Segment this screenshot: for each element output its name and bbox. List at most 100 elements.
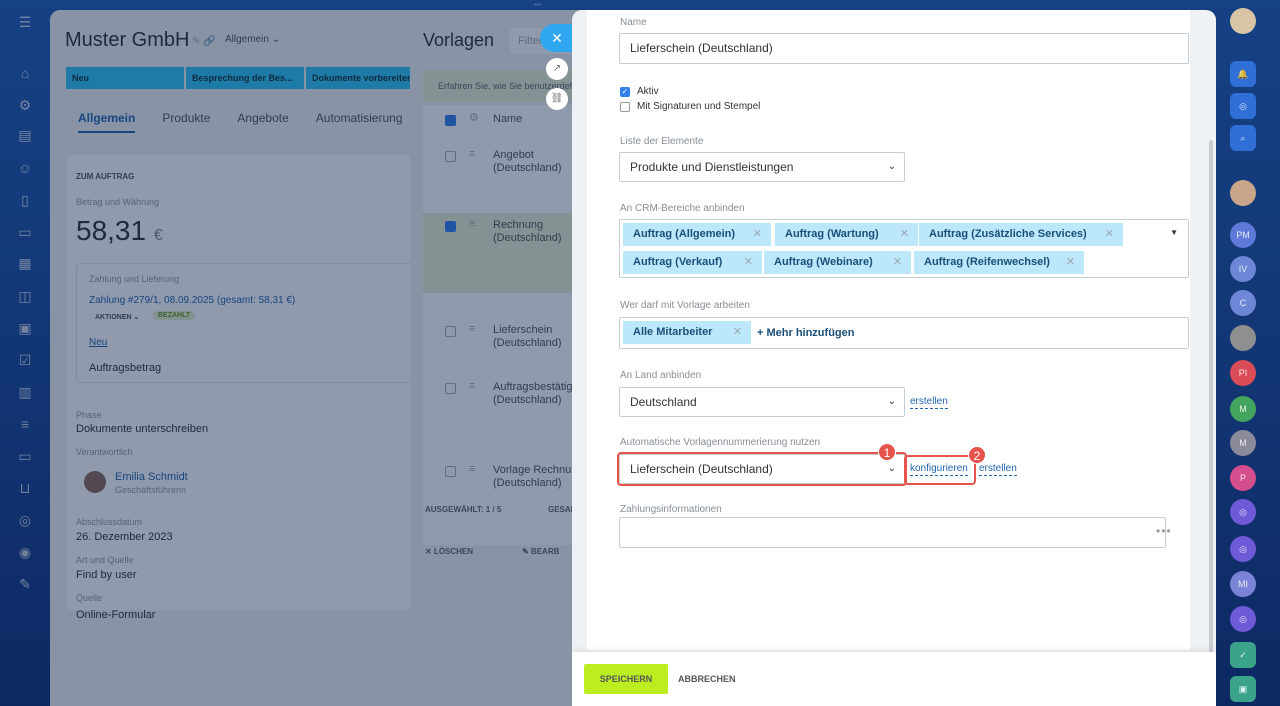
row-checkbox[interactable]	[445, 466, 456, 477]
signature-checkbox[interactable]	[620, 102, 630, 112]
avatar[interactable]: IV	[1230, 256, 1256, 282]
stage-item[interactable]: Neu	[66, 67, 184, 89]
location-icon[interactable]: ◉	[15, 542, 35, 562]
access-tag[interactable]: Alle Mitarbeiter ✕	[623, 321, 751, 344]
select-all-checkbox[interactable]	[445, 115, 456, 126]
drag-handle-icon[interactable]: ≡	[469, 323, 475, 335]
remove-tag-icon[interactable]: ✕	[744, 251, 753, 274]
user-avatar[interactable]	[1230, 8, 1256, 34]
stage-item[interactable]: Dokumente vorbereiten	[306, 67, 424, 89]
remove-tag-icon[interactable]: ✕	[900, 223, 909, 246]
avatar[interactable]: P	[1230, 465, 1256, 491]
cancel-button[interactable]: ABBRECHEN	[678, 664, 736, 694]
check-icon[interactable]: ✓	[1230, 642, 1256, 668]
gear-icon[interactable]: ⚙	[15, 95, 35, 115]
filter-icon[interactable]: ≡	[15, 414, 35, 434]
remove-tag-icon[interactable]: ✕	[733, 321, 742, 344]
settings-icon[interactable]: ◎	[15, 510, 35, 530]
column-name[interactable]: Name	[493, 113, 522, 125]
contacts-icon[interactable]: ☺	[15, 158, 35, 178]
new-payment-link[interactable]: Neu	[89, 337, 107, 348]
avatar[interactable]: PM	[1230, 222, 1256, 248]
inbox-icon[interactable]: ▭	[15, 222, 35, 242]
crm-tag[interactable]: Auftrag (Verkauf) ✕	[623, 251, 762, 274]
country-select[interactable]: Deutschland ⌄	[619, 387, 905, 417]
avatar[interactable]: M	[1230, 430, 1256, 456]
bell-icon[interactable]: 🔔	[1230, 61, 1256, 87]
payment-link[interactable]: Zahlung #279/1, 08.09.2025 (gesamt: 58,3…	[89, 295, 295, 306]
tab-general[interactable]: Allgemein	[78, 111, 136, 133]
settings-icon[interactable]: ⚙	[469, 111, 479, 124]
avatar[interactable]: M	[1230, 396, 1256, 422]
table-row[interactable]: ≡ Lieferschein (Deutschland)	[423, 318, 585, 380]
cart-icon[interactable]: ⊔	[15, 478, 35, 498]
avatar[interactable]	[1230, 180, 1256, 206]
country-create-link[interactable]: erstellen	[910, 396, 948, 409]
menu-icon[interactable]: ☰	[15, 12, 35, 32]
tab-products[interactable]: Produkte	[162, 111, 210, 133]
chat-icon[interactable]: ◫	[15, 286, 35, 306]
numbering-create-link[interactable]: erstellen	[979, 463, 1017, 476]
crm-tags-field[interactable]: Auftrag (Allgemein) ✕ Auftrag (Wartung) …	[619, 219, 1189, 278]
crm-tag[interactable]: Auftrag (Wartung) ✕	[775, 223, 918, 246]
drag-handle-icon[interactable]: ≡	[469, 148, 475, 160]
avatar[interactable]: PI	[1230, 360, 1256, 386]
responsible-name[interactable]: Emilia Schmidt	[115, 471, 188, 483]
crm-tag[interactable]: Auftrag (Zusätzliche Services) ✕	[919, 223, 1123, 246]
row-checkbox[interactable]	[445, 326, 456, 337]
row-checkbox[interactable]	[445, 221, 456, 232]
dropdown-arrow-icon[interactable]: ▼	[1170, 228, 1178, 237]
lock-icon[interactable]: ▣	[1230, 676, 1256, 702]
pen-icon[interactable]: ✎	[15, 574, 35, 594]
name-input[interactable]: Lieferschein (Deutschland)	[619, 33, 1189, 64]
chat-icon[interactable]: ◎	[1230, 536, 1256, 562]
add-more-link[interactable]: + Mehr hinzufügen	[757, 327, 854, 339]
copy-link-icon[interactable]: ⛓	[546, 88, 568, 110]
remove-tag-icon[interactable]: ✕	[1066, 251, 1075, 274]
drag-handle-icon[interactable]: ≡	[469, 218, 475, 230]
home-icon[interactable]: ⌂	[15, 63, 35, 83]
row-checkbox[interactable]	[445, 383, 456, 394]
crm-tag[interactable]: Auftrag (Webinare) ✕	[764, 251, 911, 274]
payment-info-input[interactable]	[619, 517, 1166, 548]
stage-item[interactable]: Besprechung der Bes...	[186, 67, 304, 89]
deal-category-select[interactable]: Allgemein ⌄	[225, 34, 280, 45]
analytics-icon[interactable]: ▥	[15, 382, 35, 402]
chat-icon[interactable]: ◎	[1230, 499, 1256, 525]
crm-tag[interactable]: Auftrag (Allgemein) ✕	[623, 223, 771, 246]
avatar[interactable]: MI	[1230, 571, 1256, 597]
drag-handle-icon[interactable]: ≡	[469, 380, 475, 392]
avatar[interactable]: C	[1230, 290, 1256, 316]
actions-badge[interactable]: AKTIONEN ⌄	[95, 313, 139, 321]
table-row[interactable]: ≡ Angebot (Deutschland)	[423, 143, 585, 205]
drag-handle-icon[interactable]: ≡	[469, 463, 475, 475]
document-icon[interactable]: ▤	[15, 125, 35, 145]
calendar-icon[interactable]: ▣	[15, 318, 35, 338]
avatar[interactable]	[1230, 325, 1256, 351]
tab-automation[interactable]: Automatisierung	[316, 111, 403, 133]
edit-icon[interactable]: ✎ 🔗	[192, 36, 216, 47]
file-icon[interactable]: ▯	[15, 190, 35, 210]
remove-tag-icon[interactable]: ✕	[753, 223, 762, 246]
crm-tag[interactable]: Auftrag (Reifenwechsel) ✕	[914, 251, 1084, 274]
elements-select[interactable]: Produkte und Dienstleistungen ⌄	[619, 152, 905, 182]
delete-button[interactable]: ✕ LÖSCHEN	[425, 547, 473, 556]
more-options-icon[interactable]: •••	[1156, 524, 1172, 538]
remove-tag-icon[interactable]: ✕	[1105, 223, 1114, 246]
search-icon[interactable]: ⌕	[1230, 125, 1256, 151]
remove-tag-icon[interactable]: ✕	[893, 251, 902, 274]
row-checkbox[interactable]	[445, 151, 456, 162]
table-row[interactable]: ≡ Auftragsbestätigung (Deutschland)	[423, 375, 585, 437]
tab-offers[interactable]: Angebote	[237, 111, 288, 133]
mail-icon[interactable]: ▭	[15, 446, 35, 466]
open-new-window-icon[interactable]: ↗	[546, 58, 568, 80]
tasks-icon[interactable]: ☑	[15, 350, 35, 370]
chat-icon[interactable]: ◎	[1230, 606, 1256, 632]
board-icon[interactable]: ▦	[15, 253, 35, 273]
save-button[interactable]: SPEICHERN	[584, 664, 668, 694]
close-slider-button[interactable]: ✕	[540, 24, 574, 52]
target-icon[interactable]: ◎	[1230, 93, 1256, 119]
active-checkbox[interactable]: ✓	[620, 87, 630, 97]
edit-button[interactable]: ✎ BEARB	[522, 547, 559, 556]
scrollbar[interactable]	[1209, 140, 1213, 700]
